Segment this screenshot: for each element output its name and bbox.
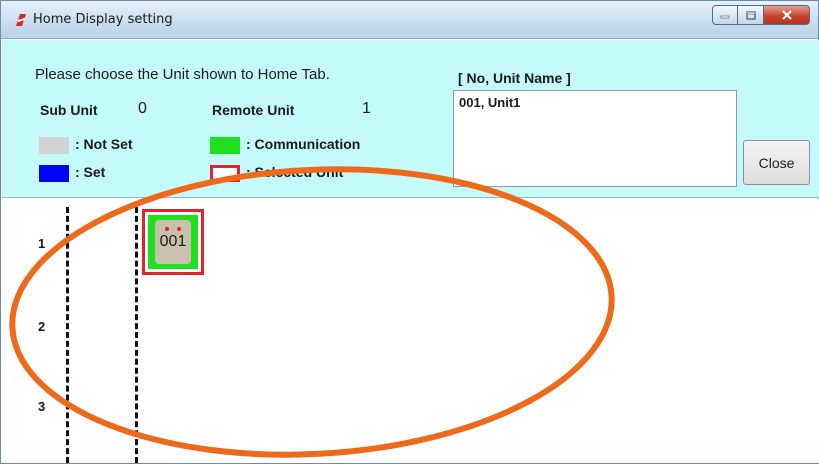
unit-cell-001[interactable]: 001 [142, 209, 204, 275]
settings-panel: Please choose the Unit shown to Home Tab… [2, 40, 819, 198]
unit-grid: 1 2 3 001 [2, 199, 819, 463]
not-set-legend-label: : Not Set [75, 136, 133, 152]
unit-indicator-dot [177, 227, 181, 231]
unit-status-fill: 001 [148, 215, 198, 269]
home-display-setting-window: Home Display setting Please choose the U… [0, 0, 819, 464]
unit-label: 001 [159, 233, 187, 250]
sub-unit-label: Sub Unit [40, 102, 98, 118]
list-item[interactable]: 001, Unit1 [459, 95, 520, 110]
minimize-button[interactable] [712, 5, 738, 25]
maximize-button[interactable] [738, 5, 764, 25]
row-label-2: 2 [38, 319, 46, 334]
communication-swatch [210, 137, 240, 154]
caption-buttons [712, 5, 810, 25]
remote-unit-value: 1 [362, 100, 371, 117]
not-set-swatch [39, 137, 69, 154]
close-icon [781, 10, 792, 20]
list-header: [ No, Unit Name ] [458, 70, 571, 86]
maximize-icon [745, 10, 756, 20]
app-logo-icon [16, 14, 26, 26]
close-button[interactable]: Close [743, 140, 810, 185]
title-bar[interactable]: Home Display setting [1, 1, 818, 39]
prompt-text: Please choose the Unit shown to Home Tab… [35, 66, 330, 83]
selected-unit-legend-label: : Selected Unit [246, 164, 344, 180]
remote-unit-label: Remote Unit [212, 102, 295, 118]
window-title: Home Display setting [33, 12, 173, 27]
minimize-icon [720, 15, 730, 19]
unit-chip: 001 [155, 220, 191, 264]
grid-divider-left [66, 207, 69, 463]
sub-unit-value: 0 [138, 100, 147, 117]
row-label-3: 3 [38, 399, 46, 414]
grid-divider-right [135, 207, 138, 463]
set-swatch [39, 165, 69, 182]
unit-listbox[interactable]: 001, Unit1 [453, 90, 737, 187]
communication-legend-label: : Communication [246, 136, 361, 152]
set-legend-label: : Set [75, 164, 106, 180]
unit-indicator-dot [165, 227, 169, 231]
close-window-button[interactable] [764, 5, 810, 25]
selected-unit-swatch [210, 165, 240, 182]
row-label-1: 1 [38, 236, 46, 251]
